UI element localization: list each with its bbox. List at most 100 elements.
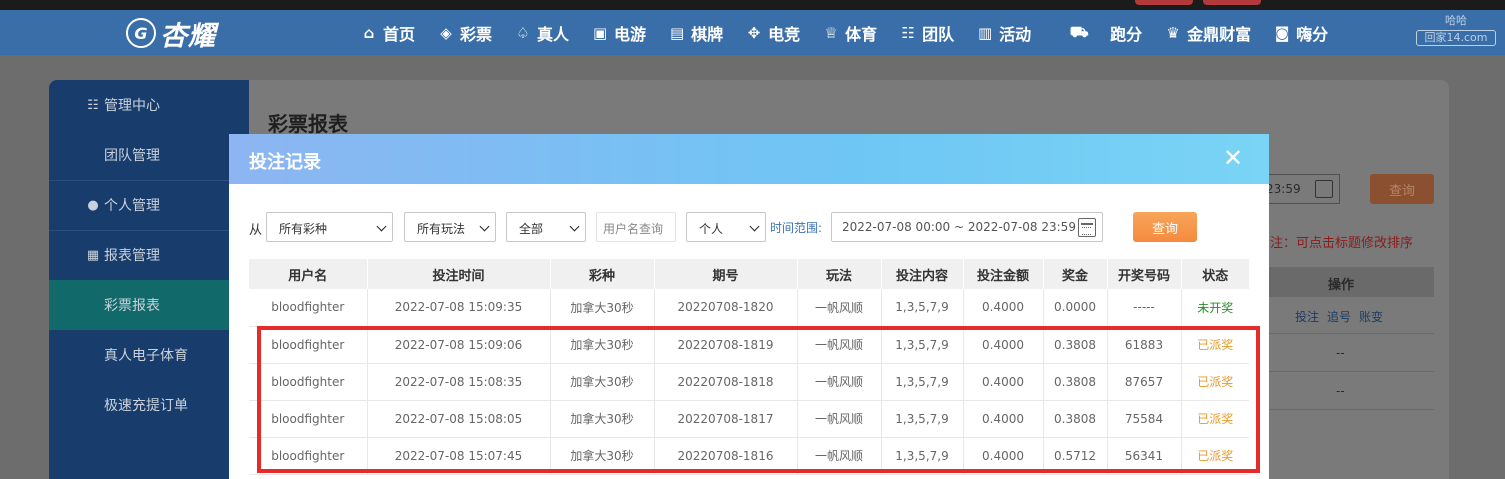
column-header[interactable]: 用户名	[249, 259, 367, 289]
username-search-input[interactable]: 用户名查询	[596, 212, 676, 242]
op-link-bet[interactable]: 投注	[1295, 310, 1319, 324]
status-select[interactable]: 全部	[506, 212, 586, 242]
chevron-down-icon	[749, 221, 760, 232]
table-header-row: 用户名 投注时间 彩种 期号 玩法 投注内容 投注金额 奖金 开奖号码 状态	[249, 259, 1249, 289]
nav-menu: ⌂ 首页 ◈ 彩票 ♤ 真人 ▣ 电游 ▤ 棋牌 ✥ 电竞 ♕ 体育 ☷ 团队 ▥ 活动 ⛟ 跑分 ♛ 金鼎财富 ◙ 嗨分	[358, 10, 1348, 55]
username-placeholder: 用户名查询	[603, 222, 664, 236]
lottery-ticket-icon: ◈	[440, 23, 452, 42]
op-link-chase[interactable]: 追号	[1327, 310, 1351, 324]
column-header[interactable]: 投注时间	[366, 259, 550, 289]
bg-query-button[interactable]: 查询	[1370, 174, 1434, 204]
query-button[interactable]: 查询	[1133, 212, 1197, 242]
top-strip-tab[interactable]	[1203, 0, 1261, 5]
lottery-type-select[interactable]: 所有彩种	[266, 212, 393, 242]
calendar-icon[interactable]	[1078, 218, 1096, 237]
sidebar-item[interactable]: ▦ 报表管理	[49, 230, 249, 280]
nav-item-label: 棋牌	[691, 24, 724, 44]
sidebar: ☷ 管理中心团队管理 ● 个人管理 ▦ 报表管理 彩票报表真人电子体育极速充提订单	[49, 80, 249, 479]
top-strip	[0, 0, 1505, 10]
nav-item[interactable]: ♕ 体育	[820, 21, 877, 45]
column-header[interactable]: 投注金额	[962, 259, 1043, 289]
date-range-input[interactable]: 2022-07-08 00:00 ~ 2022-07-08 23:59	[831, 212, 1103, 242]
table-cell: 一帆风顺	[796, 289, 881, 327]
home-icon: ⌂	[363, 23, 375, 42]
sidebar-item[interactable]: 团队管理	[49, 130, 249, 180]
sidebar-item[interactable]: 极速充提订单	[49, 380, 249, 430]
filter-bar: 从 所有彩种 所有玩法 全部 用户名查询 个人 时间范围: 2022-07-08…	[229, 212, 1269, 242]
nav-item-label: 电游	[614, 24, 647, 44]
slot-machine-icon: ▣	[592, 23, 608, 42]
corner-logo-top: 哈哈	[1445, 14, 1467, 27]
user-icon: ●	[87, 197, 99, 213]
nav-item[interactable]: ♛ 金鼎财富	[1162, 21, 1251, 45]
nav-item[interactable]: ⌂ 首页	[358, 21, 415, 45]
sidebar-divider	[49, 180, 249, 181]
sidebar-item[interactable]: 彩票报表	[49, 280, 249, 330]
nav-item[interactable]: ⛟ 跑分	[1051, 21, 1142, 45]
wealth-icon: ♛	[1166, 23, 1180, 42]
table-cell: 加拿大30秒	[549, 289, 654, 327]
page-title: 彩票报表	[268, 112, 348, 136]
sidebar-item[interactable]: ☷ 管理中心	[49, 80, 249, 130]
bg-date-range-input[interactable]: 23:59	[1262, 174, 1340, 204]
nav-item[interactable]: ◈ 彩票	[435, 21, 492, 45]
card-game-icon: ▤	[669, 23, 685, 42]
date-range-value: 2022-07-08 00:00 ~ 2022-07-08 23:59	[842, 220, 1076, 234]
table-cell: -----	[1106, 289, 1181, 327]
column-header[interactable]: 期号	[653, 259, 797, 289]
op-link-account-change[interactable]: 账变	[1359, 310, 1383, 324]
nav-item-label: 电竞	[768, 24, 801, 44]
nav-item[interactable]: ✥ 电竞	[743, 21, 800, 45]
nav-item-label: 金鼎财富	[1187, 24, 1252, 44]
column-header[interactable]: 玩法	[796, 259, 881, 289]
play-type-select[interactable]: 所有玩法	[404, 212, 496, 242]
hi-icon: ◙	[1274, 23, 1290, 42]
team-icon: ☷	[901, 23, 915, 42]
column-header[interactable]: 彩种	[549, 259, 654, 289]
nav-item-label: 彩票	[460, 24, 493, 44]
top-strip-tab[interactable]	[1135, 0, 1193, 5]
nav-item[interactable]: ▤ 棋牌	[666, 21, 723, 45]
modal-title: 投注记录	[249, 152, 321, 173]
nav-item-label: 首页	[383, 24, 416, 44]
bg-table-row: 投注 追号 账变	[1248, 297, 1434, 334]
bg-table-row: --	[1248, 373, 1434, 410]
chevron-down-icon	[479, 221, 490, 232]
nav-item[interactable]: ▣ 电游	[589, 21, 646, 45]
scope-select[interactable]: 个人	[686, 212, 766, 242]
nav-item[interactable]: ▥ 活动	[974, 21, 1031, 45]
gamepad-icon: ✥	[747, 23, 761, 42]
table-cell: 1,3,5,7,9	[880, 289, 963, 327]
live-dealer-icon: ♤	[516, 23, 530, 42]
truck-icon: ⛟	[1069, 22, 1089, 41]
report-icon: ▦	[86, 247, 100, 263]
modal-header: 投注记录 ✕	[229, 134, 1269, 184]
chevron-down-icon	[376, 221, 387, 232]
sidebar-item-label: 团队管理	[104, 148, 160, 164]
sort-hint-note: 注：可点击标题修改排序	[1270, 236, 1414, 251]
table-cell: 0.4000	[962, 289, 1043, 327]
brand-logo[interactable]: G 杏耀	[126, 13, 216, 53]
nav-item-label: 嗨分	[1296, 24, 1329, 44]
status-value: 全部	[519, 222, 544, 236]
column-header[interactable]: 开奖号码	[1106, 259, 1181, 289]
red-highlight-box	[257, 326, 1260, 473]
sidebar-item[interactable]: 真人电子体育	[49, 330, 249, 380]
column-header[interactable]: 状态	[1180, 259, 1249, 289]
nav-item[interactable]: ◙ 嗨分	[1271, 21, 1328, 45]
gift-icon: ▥	[978, 23, 993, 42]
nav-item-label: 活动	[999, 24, 1032, 44]
nav-item[interactable]: ♤ 真人	[512, 21, 569, 45]
sidebar-item-label: 真人电子体育	[104, 348, 188, 364]
column-header[interactable]: 投注内容	[880, 259, 963, 289]
bg-table-header: 操作	[1248, 267, 1434, 297]
nav-item[interactable]: ☷ 团队	[897, 21, 954, 45]
play-type-value: 所有玩法	[417, 222, 466, 236]
table-cell: bloodfighter	[249, 289, 367, 327]
column-header[interactable]: 奖金	[1042, 259, 1107, 289]
sidebar-item[interactable]: ● 个人管理	[49, 180, 249, 230]
empty-dash: --	[1336, 384, 1345, 398]
bg-table-row: --	[1248, 335, 1434, 372]
close-icon[interactable]: ✕	[1221, 146, 1245, 170]
sidebar-item-label: 管理中心	[104, 98, 160, 114]
